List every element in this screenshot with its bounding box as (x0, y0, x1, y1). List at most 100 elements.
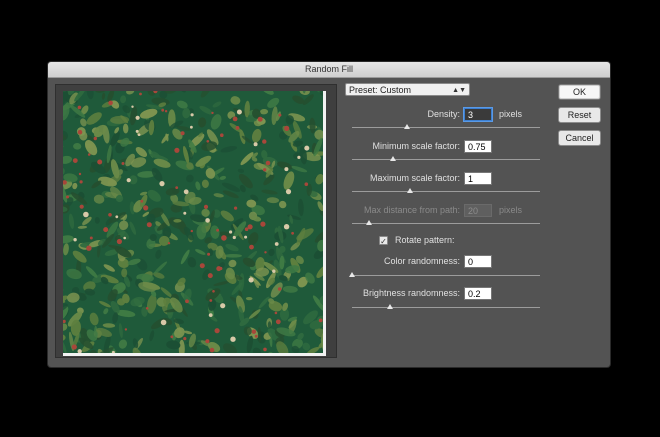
density-field[interactable]: 3 (464, 108, 492, 121)
berry-shape (283, 224, 290, 230)
berry-shape (93, 136, 97, 141)
slider-track (352, 275, 540, 276)
berry-shape (254, 334, 258, 338)
berry-shape (108, 213, 112, 217)
berry-shape (183, 337, 187, 341)
berry-shape (73, 238, 77, 242)
berry-shape (249, 244, 254, 250)
berry-shape (170, 335, 174, 339)
max-scale-slider[interactable] (352, 188, 540, 196)
berry-shape (284, 167, 289, 172)
density-unit: pixels (499, 109, 523, 119)
reset-button[interactable]: Reset (558, 107, 601, 123)
berry-shape (235, 126, 240, 130)
berry-shape (297, 155, 301, 159)
preset-label: Preset: Custom (349, 85, 412, 95)
random-fill-dialog: Random Fill Preset: Custom ▲▼ OK Reset C… (48, 62, 610, 367)
berry-shape (214, 328, 220, 334)
berry-shape (274, 311, 278, 315)
berry-shape (124, 328, 128, 331)
rotate-pattern-checkbox[interactable]: ✓ (379, 236, 388, 246)
berry-shape (135, 115, 140, 120)
berry-shape (278, 113, 282, 117)
berry-shape (183, 211, 187, 215)
brightness-randomness-slider[interactable] (352, 304, 540, 312)
pattern-preview-image (63, 91, 323, 353)
berry-shape (205, 218, 210, 223)
berry-shape (77, 105, 82, 110)
color-randomness-field[interactable]: 0 (464, 255, 492, 268)
dialog-title: Random Fill (48, 62, 610, 78)
berry-shape (78, 172, 82, 176)
berry-shape (219, 266, 223, 271)
berry-shape (145, 307, 149, 310)
berry-shape (199, 263, 205, 269)
berry-shape (167, 242, 171, 245)
berry-shape (160, 319, 167, 326)
berry-shape (205, 339, 210, 344)
pattern-preview (63, 91, 326, 356)
berry-shape (79, 180, 83, 184)
berry-shape (253, 142, 258, 147)
slider-thumb (365, 220, 372, 225)
berry-shape (277, 287, 282, 291)
density-label: Density: (427, 109, 460, 119)
berry-shape (131, 105, 134, 108)
berry-shape (108, 100, 113, 106)
berry-shape (230, 336, 236, 342)
berry-shape (121, 162, 125, 165)
berry-shape (234, 206, 238, 210)
preset-dropdown[interactable]: Preset: Custom ▲▼ (345, 83, 470, 96)
berry-shape (284, 125, 290, 131)
slider-thumb[interactable] (403, 124, 410, 129)
density-slider[interactable] (352, 124, 540, 132)
berry-shape (229, 230, 233, 234)
max-scale-field[interactable]: 1 (464, 172, 492, 185)
berry-shape (220, 303, 226, 309)
slider-track (352, 191, 540, 192)
berry-shape (265, 160, 271, 166)
ok-button[interactable]: OK (558, 84, 601, 100)
berry-shape (116, 238, 122, 245)
berry-shape (211, 111, 214, 115)
slider-track (352, 159, 540, 160)
brightness-randomness-label: Brightness randomness: (362, 288, 460, 298)
slider-thumb[interactable] (407, 188, 414, 193)
brightness-randomness-field[interactable]: 0.2 (464, 287, 492, 300)
berry-shape (83, 211, 89, 218)
berry-shape (79, 204, 84, 209)
berry-shape (89, 236, 93, 240)
berry-shape (232, 235, 236, 240)
slider-thumb[interactable] (349, 272, 355, 277)
slider-track (352, 307, 540, 308)
berry-shape (66, 195, 69, 199)
berry-shape (257, 116, 263, 122)
slider-thumb[interactable] (386, 304, 393, 309)
berry-shape (183, 189, 189, 195)
berry-shape (103, 227, 109, 233)
color-randomness-slider[interactable] (349, 272, 540, 280)
berry-shape (247, 224, 253, 230)
cancel-button[interactable]: Cancel (558, 130, 601, 146)
slider-thumb[interactable] (390, 156, 397, 161)
berry-shape (139, 92, 142, 96)
berry-shape (291, 231, 294, 235)
berry-shape (174, 147, 180, 153)
slider-track (352, 127, 540, 128)
berry-shape (285, 189, 292, 195)
berry-shape (318, 318, 323, 323)
max-distance-label: Max distance from path: (363, 205, 460, 215)
rotate-pattern-label: Rotate pattern: (395, 235, 455, 245)
berry-shape (209, 347, 215, 353)
berry-shape (135, 129, 139, 133)
min-scale-label: Minimum scale factor: (372, 141, 460, 151)
max-distance-field: 20 (464, 204, 492, 217)
berry-shape (216, 228, 220, 232)
leaf-shape (267, 321, 272, 329)
min-scale-field[interactable]: 0.75 (464, 140, 492, 153)
min-scale-slider[interactable] (352, 156, 540, 164)
berry-shape (212, 290, 215, 293)
berry-shape (207, 252, 211, 256)
berry-shape (126, 178, 131, 183)
berry-shape (264, 251, 267, 254)
